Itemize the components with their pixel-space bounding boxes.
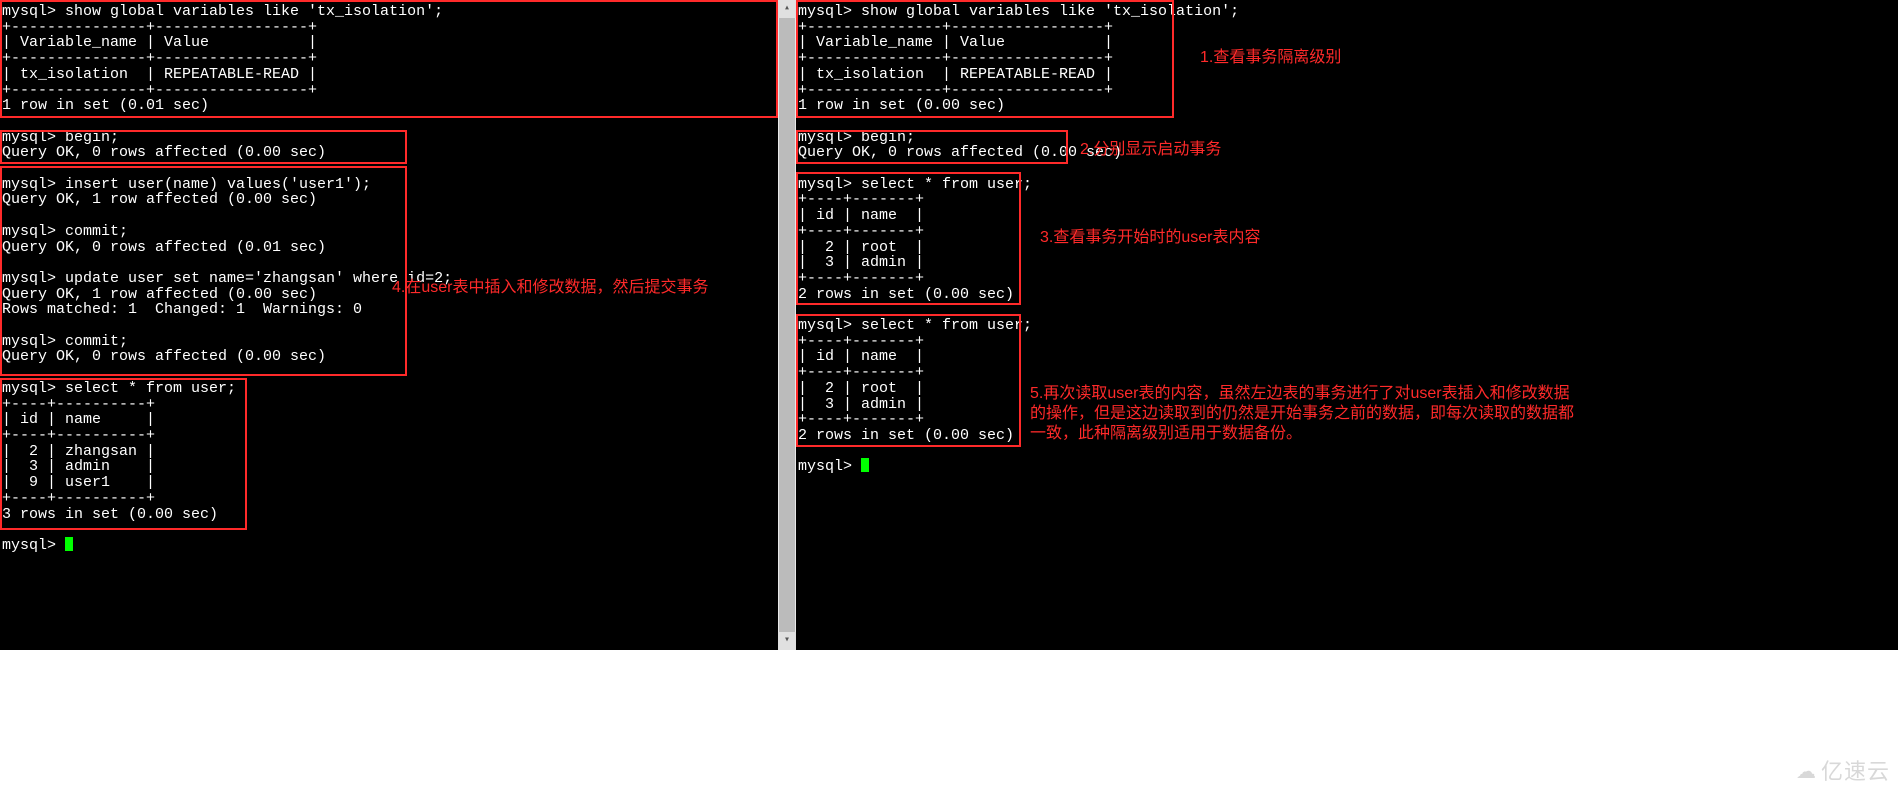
watermark-text: 亿速云 [1821,754,1890,786]
left-block2: mysql> begin; Query OK, 0 rows affected … [2,129,326,162]
annotation-5: 5.再次读取user表的内容，虽然左边表的事务进行了对user表插入和修改数据的… [1030,384,1580,444]
scroll-up-button[interactable]: ▴ [778,0,796,18]
annotation-2: 2.分别显示启动事务 [1080,140,1221,160]
scroll-down-button[interactable]: ▾ [778,632,796,650]
right-block3: mysql> select * from user; +----+-------… [798,176,1032,303]
left-block3: mysql> insert user(name) values('user1')… [2,176,452,366]
right-block4: mysql> select * from user; +----+-------… [798,317,1032,444]
right-block1: mysql> show global variables like 'tx_is… [798,3,1239,114]
cloud-icon: ☁ [1796,759,1817,784]
scroll-thumb[interactable] [779,18,795,632]
annotation-3: 3.查看事务开始时的user表内容 [1040,228,1260,248]
cursor-icon [861,458,869,472]
right-block2: mysql> begin; Query OK, 0 rows affected … [798,129,1122,162]
annotation-1: 1.查看事务隔离级别 [1200,48,1341,68]
terminal-right[interactable]: mysql> show global variables like 'tx_is… [796,0,1896,650]
annotation-4: 4.在user表中插入和修改数据，然后提交事务 [392,278,708,298]
page-background [0,650,1898,792]
left-block1: mysql> show global variables like 'tx_is… [2,3,443,114]
left-block4: mysql> select * from user; +----+-------… [2,380,236,523]
left-prompt: mysql> [2,537,65,554]
terminal-left[interactable]: mysql> show global variables like 'tx_is… [0,0,778,650]
scrollbar[interactable]: ▴ ▾ [778,0,796,650]
watermark: ☁ 亿速云 [1796,754,1890,786]
right-prompt: mysql> [798,458,861,475]
cursor-icon [65,537,73,551]
